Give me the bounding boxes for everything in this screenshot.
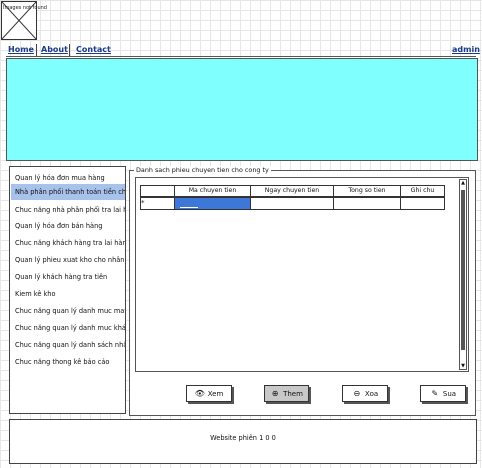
pencil-icon: ✎: [431, 389, 439, 398]
sidebar-menu: Quan lý hóa đơn mua hàng Nhà phân phối t…: [9, 166, 126, 414]
row-header-cell: [140, 197, 175, 210]
grid-row-header-corner: [140, 185, 175, 197]
minus-circle-icon: ⊖: [353, 389, 361, 398]
sidebar-item-staff-list[interactable]: Chuc năng quan lý danh sách nhân vi: [11, 337, 125, 353]
nav-divider: [6, 56, 476, 57]
edit-button-label: Sua: [442, 390, 457, 398]
delete-button-label: Xoa: [364, 390, 379, 398]
sidebar-item-reports[interactable]: Chuc năng thong kê báo cáo: [11, 354, 125, 370]
scrollbar-thumb[interactable]: [461, 190, 465, 350]
cell-text-cursor: [180, 207, 198, 208]
sidebar-item-customer-payment[interactable]: Quan lý khách hàng tra tiên: [11, 269, 125, 285]
sidebar-item-customer-returns[interactable]: Chuc năng khách hàng tra lai hàng c: [11, 235, 125, 251]
grid-cell-tong-so-tien[interactable]: [333, 197, 401, 210]
column-header-ma-chuyen-tien[interactable]: Ma chuyen tien: [174, 185, 251, 197]
sidebar-item-customer-catalog[interactable]: Chuc năng quan lý danh muc khách h: [11, 320, 125, 336]
delete-button[interactable]: ⊖ Xoa: [342, 385, 388, 402]
column-header-ghi-chu[interactable]: Ghi chu: [400, 185, 445, 197]
nav-contact-link[interactable]: Contact: [76, 45, 111, 54]
logo-placeholder: Images not found: [1, 1, 47, 40]
grid-scrollbar[interactable]: ▲ ▼: [459, 179, 467, 370]
nav-separator: [69, 44, 70, 56]
grid-cell-ngay-chuyen-tien[interactable]: [250, 197, 334, 210]
sidebar-item-distributor-returns[interactable]: Chuc năng nhà phân phối tra lai hàng: [11, 202, 125, 218]
grid-cell-ma-chuyen-tien[interactable]: [174, 197, 251, 210]
sidebar-item-distributor-payment[interactable]: Nhà phân phối thanh toán tiền cho cô: [11, 184, 125, 200]
view-button[interactable]: 👁 Xem: [186, 385, 232, 402]
nav-about-link[interactable]: About: [41, 45, 68, 54]
scroll-down-arrow-icon[interactable]: ▼: [460, 363, 466, 369]
nav-home-link[interactable]: Home: [8, 45, 34, 54]
column-header-tong-so-tien[interactable]: Tong so tien: [333, 185, 401, 197]
add-button-label: Them: [283, 390, 303, 398]
footer-version-text: Website phiên 1 0 0: [210, 434, 276, 442]
scroll-up-arrow-icon[interactable]: ▲: [460, 180, 466, 186]
new-row-marker: *: [141, 199, 145, 207]
nav-user-link[interactable]: admin: [452, 45, 480, 54]
grid-cell-ghi-chu[interactable]: [400, 197, 445, 210]
eye-icon: 👁: [194, 389, 205, 398]
column-header-ngay-chuyen-tien[interactable]: Ngay chuyen tien: [250, 185, 334, 197]
logo-caption: Images not found: [3, 5, 47, 11]
plus-circle-icon: ⊕: [271, 389, 279, 398]
sidebar-item-inventory-check[interactable]: Kiem kê kho: [11, 286, 125, 302]
group-title: Danh sach phieu chuyen tien cho cong ty: [134, 166, 271, 174]
add-button[interactable]: ⊕ Them: [264, 385, 309, 402]
page-footer: Website phiên 1 0 0: [9, 419, 477, 464]
sidebar-item-sales-invoices[interactable]: Quan lý hóa đơn bán hàng: [11, 218, 125, 234]
nav-separator: [36, 44, 37, 56]
sidebar-item-stock-issue[interactable]: Quan lý phieu xuat kho cho nhân viê: [11, 252, 125, 268]
view-button-label: Xem: [207, 390, 224, 398]
header-banner: [6, 58, 478, 161]
edit-button[interactable]: ✎ Sua: [420, 385, 466, 402]
sidebar-item-product-catalog[interactable]: Chuc năng quan lý danh muc mat hà: [11, 303, 125, 319]
